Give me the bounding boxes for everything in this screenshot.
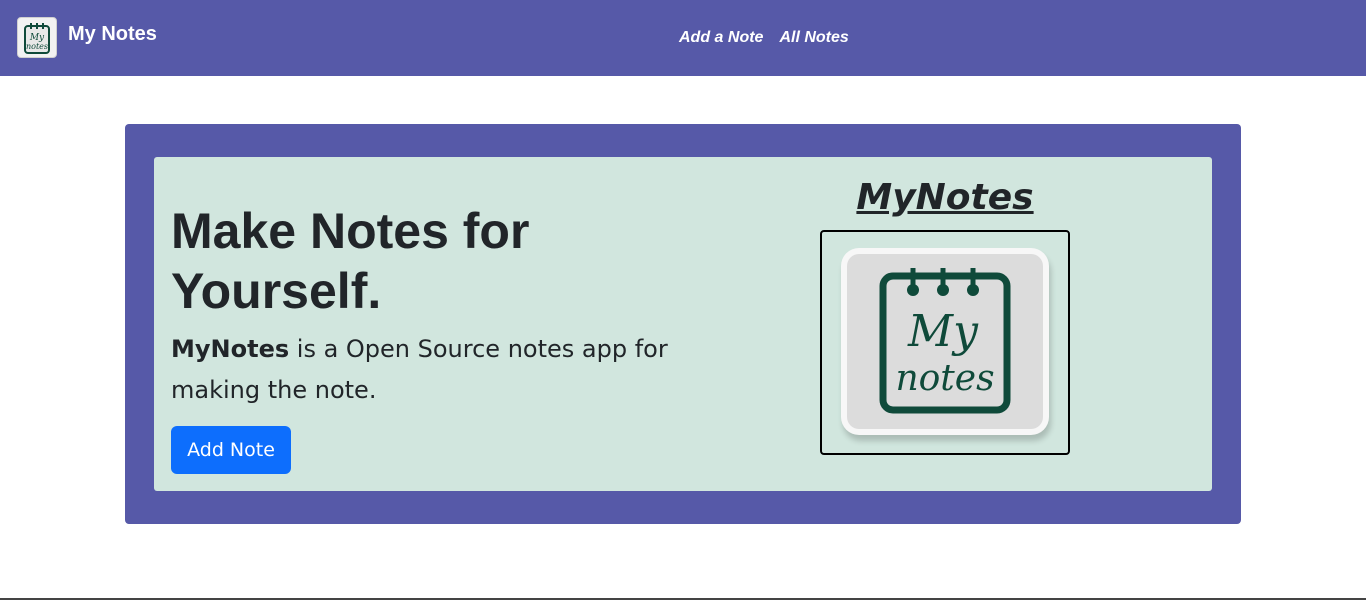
hero-description-brand: MyNotes (171, 335, 290, 363)
mynotes-logo-icon: My notes (847, 254, 1043, 429)
logo-frame: My notes (820, 230, 1070, 455)
svg-text:My: My (907, 306, 979, 357)
svg-text:notes: notes (26, 42, 48, 51)
nav-link-all-notes[interactable]: All Notes (779, 28, 848, 48)
hero-title: Make Notes for Yourself. (171, 203, 530, 319)
navbar: My notes My Notes Add a Note All Notes (0, 0, 1366, 76)
notepad-logo-icon: My notes (17, 17, 57, 58)
nav-links: Add a Note All Notes (679, 28, 849, 48)
svg-text:notes: notes (895, 358, 994, 399)
hero-outer-panel: Make Notes for Yourself. MyNotes is a Op… (125, 124, 1241, 524)
logo-heading: MyNotes (856, 177, 1034, 218)
brand-title: My Notes (68, 23, 157, 45)
add-note-button[interactable]: Add Note (171, 426, 291, 474)
hero-description: MyNotes is a Open Source notes app for m… (171, 329, 671, 411)
brand-link[interactable]: My notes My Notes (17, 17, 157, 58)
nav-link-add-note[interactable]: Add a Note (679, 28, 763, 48)
hero-inner-panel: Make Notes for Yourself. MyNotes is a Op… (154, 157, 1212, 491)
